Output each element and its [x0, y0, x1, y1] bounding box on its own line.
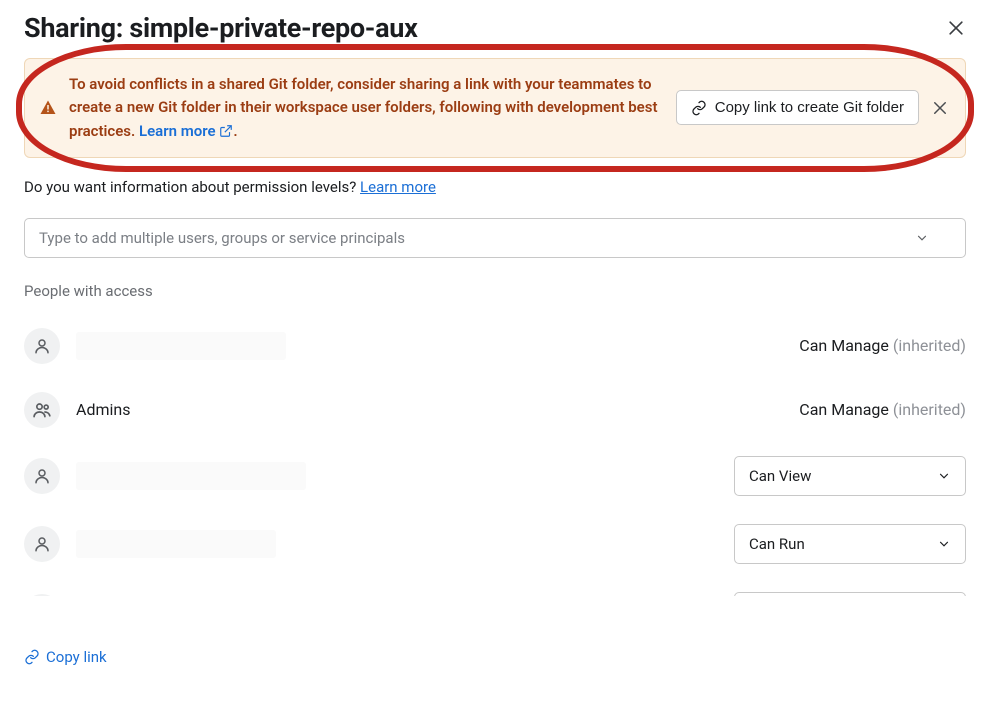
access-row: Admins Can Manage (inherited) [24, 378, 966, 442]
copy-git-link-label: Copy link to create Git folder [715, 99, 904, 116]
permission-info-text: Do you want information about permission… [24, 178, 360, 196]
group-icon [24, 392, 60, 428]
git-folder-banner: To avoid conflicts in a shared Git folde… [24, 58, 966, 158]
permission-select[interactable]: Can Run [734, 524, 966, 564]
access-row: Can View [24, 578, 966, 596]
copy-git-link-button[interactable]: Copy link to create Git folder [676, 90, 919, 125]
permission-select[interactable]: Can View [734, 592, 966, 596]
redacted-name [76, 462, 306, 490]
banner-message: To avoid conflicts in a shared Git folde… [69, 73, 664, 143]
user-icon [24, 594, 60, 596]
access-list: Can Manage (inherited) Admins Can Manage… [24, 314, 966, 596]
add-users-input[interactable]: Type to add multiple users, groups or se… [24, 218, 966, 258]
permission-readonly: Can Manage (inherited) [799, 400, 966, 419]
access-name: Admins [76, 400, 799, 419]
access-row: Can Manage (inherited) [24, 314, 966, 378]
chevron-down-icon [915, 231, 929, 245]
access-row: Can Run [24, 510, 966, 578]
chevron-down-icon [937, 537, 951, 551]
user-icon [24, 458, 60, 494]
chevron-down-icon [937, 469, 951, 483]
sharing-dialog: Sharing: simple-private-repo-aux To avoi… [0, 0, 990, 596]
redacted-name [76, 530, 276, 558]
warning-icon [39, 99, 57, 117]
dialog-header: Sharing: simple-private-repo-aux [24, 12, 966, 44]
close-icon[interactable] [946, 18, 966, 38]
access-name [76, 530, 734, 558]
copy-link-label: Copy link [46, 648, 107, 666]
people-with-access-label: People with access [24, 282, 966, 300]
permission-readonly: Can Manage (inherited) [799, 336, 966, 355]
permission-select[interactable]: Can View [734, 456, 966, 496]
redacted-name [76, 332, 286, 360]
link-icon [24, 649, 40, 665]
banner-period: . [233, 122, 237, 140]
user-icon [24, 328, 60, 364]
permission-learn-more-link[interactable]: Learn more [360, 178, 436, 196]
banner-close-icon[interactable] [931, 99, 949, 117]
banner-highlight: To avoid conflicts in a shared Git folde… [24, 58, 966, 158]
banner-learn-more-link[interactable]: Learn more [139, 122, 233, 140]
copy-link-button[interactable]: Copy link [24, 648, 107, 666]
access-name [76, 332, 799, 360]
access-name [76, 462, 734, 490]
dialog-title: Sharing: simple-private-repo-aux [24, 12, 418, 44]
link-icon [691, 100, 707, 116]
add-users-placeholder: Type to add multiple users, groups or se… [39, 229, 405, 247]
access-row: Can View [24, 442, 966, 510]
user-icon [24, 526, 60, 562]
permission-info-line: Do you want information about permission… [24, 178, 966, 196]
